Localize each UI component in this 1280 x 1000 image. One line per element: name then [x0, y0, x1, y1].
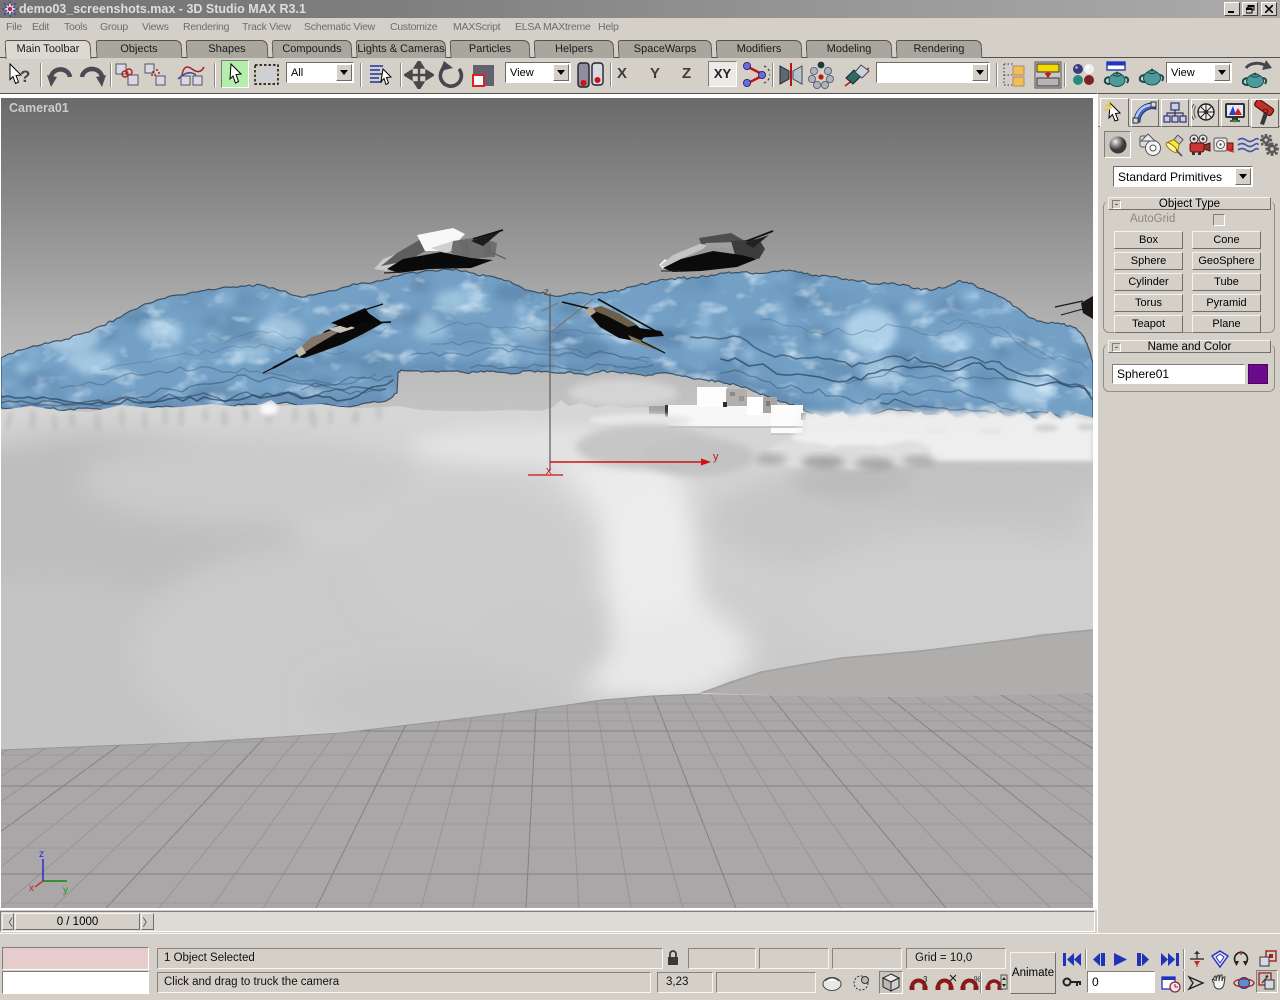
svg-text:Camera01: Camera01 [9, 101, 69, 115]
svg-text:z: z [39, 849, 44, 860]
svg-text:x: x [29, 883, 34, 894]
svg-text:z: z [544, 287, 549, 298]
svg-text:?: ? [20, 67, 30, 86]
svg-text:y: y [63, 885, 68, 896]
svg-text:3: 3 [923, 975, 928, 984]
svg-text:y: y [713, 451, 719, 463]
